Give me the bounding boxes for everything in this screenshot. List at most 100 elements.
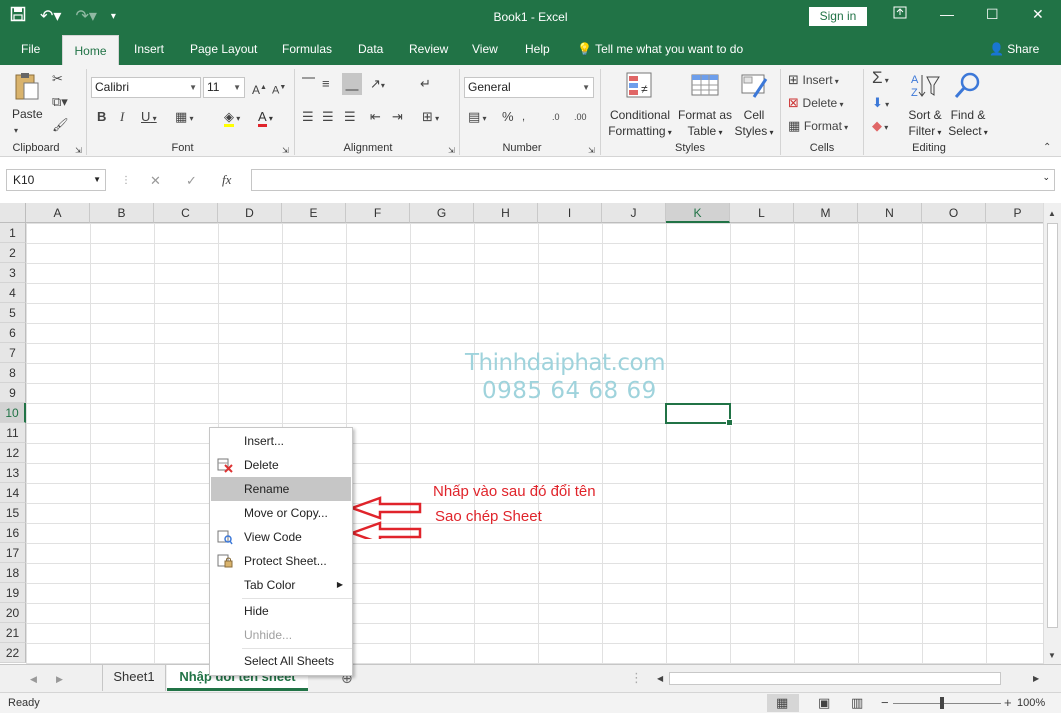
scroll-up-icon[interactable]: ▲ (1048, 206, 1056, 222)
increase-decimal-icon[interactable]: .0 (552, 109, 560, 125)
align-bottom-icon[interactable]: ⎽ (342, 73, 362, 95)
row-header-11[interactable]: 11 (0, 423, 26, 443)
column-header-f[interactable]: F (346, 203, 410, 223)
row-header-18[interactable]: 18 (0, 563, 26, 583)
zoom-slider[interactable] (893, 703, 1001, 704)
column-header-g[interactable]: G (410, 203, 474, 223)
scroll-sheets-right-icon[interactable]: ▶ (56, 671, 63, 687)
menu-item-rename[interactable]: Rename (211, 477, 351, 501)
format-as-table-icon[interactable] (690, 71, 720, 101)
cell-styles-icon[interactable] (740, 71, 770, 101)
tab-insert[interactable]: Insert (134, 42, 164, 56)
decrease-indent-icon[interactable]: ⇤ (370, 109, 381, 125)
font-color-icon[interactable]: A ▾ (258, 109, 273, 127)
increase-indent-icon[interactable]: ⇥ (392, 109, 403, 125)
row-header-10[interactable]: 10 (0, 403, 26, 423)
copy-icon[interactable]: ⧉▾ (52, 94, 68, 110)
insert-function-icon[interactable]: fx (222, 172, 231, 188)
ribbon-display-options-icon[interactable] (893, 6, 907, 23)
row-header-7[interactable]: 7 (0, 343, 26, 363)
zoom-out-icon[interactable]: − (881, 695, 889, 711)
paste-label[interactable]: Paste (12, 107, 43, 121)
column-header-a[interactable]: A (26, 203, 90, 223)
active-cell-k10[interactable] (665, 403, 733, 426)
column-header-l[interactable]: L (730, 203, 794, 223)
close-icon[interactable]: ✕ (1032, 6, 1044, 23)
accounting-format-icon[interactable]: ▤ ▾ (468, 109, 487, 127)
decrease-decimal-icon[interactable]: .00 (574, 109, 587, 125)
name-box[interactable]: K10 ▼ (6, 169, 106, 191)
align-left-icon[interactable]: ☰ (302, 109, 314, 125)
tab-review[interactable]: Review (409, 42, 448, 56)
cells-area[interactable]: Thinhdaiphat.com 0985 64 68 69 Nhấp vào … (26, 223, 1043, 664)
row-header-6[interactable]: 6 (0, 323, 26, 343)
orientation-icon[interactable]: ↗▾ (370, 76, 385, 94)
sign-in-button[interactable]: Sign in (809, 7, 867, 26)
underline-icon[interactable]: U ▾ (141, 109, 157, 127)
format-cells-button[interactable]: ▦ Format ▾ (788, 118, 848, 136)
column-header-d[interactable]: D (218, 203, 282, 223)
increase-font-icon[interactable]: A▲ (252, 80, 267, 98)
menu-item-select-all-sheets[interactable]: Select All Sheets (211, 649, 351, 673)
worksheet-grid[interactable]: ABCDEFGHIJKLMNOP 1 2 3 4 5 6 7 8 9 10 11 12 13 14 15 16… (0, 203, 1043, 664)
tab-file[interactable]: File (21, 42, 40, 56)
menu-item-insert[interactable]: Insert... (211, 429, 351, 453)
sort-filter-icon[interactable]: AZ (910, 71, 940, 101)
share-button[interactable]: 👤 Share (989, 42, 1039, 56)
column-header-n[interactable]: N (858, 203, 922, 223)
scroll-down-icon[interactable]: ▼ (1048, 648, 1056, 664)
conditional-formatting-icon[interactable]: ≠ (625, 71, 655, 101)
row-header-9[interactable]: 9 (0, 383, 26, 403)
align-right-icon[interactable]: ☰ (344, 109, 356, 125)
font-name-combo[interactable]: Calibri ▼ (91, 77, 201, 98)
cancel-icon[interactable]: ✕ (150, 173, 161, 189)
zoom-level[interactable]: 100% (1017, 697, 1045, 709)
cell-styles-label[interactable]: Cell Styles ▾ (734, 107, 774, 141)
menu-item-delete[interactable]: Delete (211, 453, 351, 477)
horizontal-scrollbar[interactable]: ◀ ▶ (655, 671, 1044, 686)
row-header-21[interactable]: 21 (0, 623, 26, 643)
cut-icon[interactable]: ✂ (52, 71, 63, 87)
fill-icon[interactable]: ⬇ ▾ (872, 95, 889, 113)
scroll-sheets-left-icon[interactable]: ◀ (30, 671, 37, 687)
tab-home[interactable]: Home (62, 35, 119, 65)
row-header-20[interactable]: 20 (0, 603, 26, 623)
row-header-5[interactable]: 5 (0, 303, 26, 323)
row-header-17[interactable]: 17 (0, 543, 26, 563)
insert-cells-button[interactable]: ⊞ Insert ▾ (788, 72, 839, 90)
menu-item-tab-color[interactable]: Tab Color ▶ (211, 573, 351, 597)
zoom-in-icon[interactable]: + (1004, 695, 1012, 711)
select-all-corner[interactable] (0, 203, 26, 223)
italic-icon[interactable]: I (120, 109, 124, 125)
format-painter-icon[interactable]: 🖌 (52, 117, 69, 133)
fill-color-icon[interactable]: ◈ ▾ (224, 109, 240, 127)
paste-icon[interactable] (12, 71, 42, 101)
row-header-4[interactable]: 4 (0, 283, 26, 303)
merge-center-icon[interactable]: ⊞ ▾ (422, 109, 439, 127)
find-select-icon[interactable] (952, 71, 982, 101)
formula-input[interactable]: ⌄ (251, 169, 1055, 191)
align-middle-icon[interactable]: ≡ (322, 76, 330, 92)
column-header-e[interactable]: E (282, 203, 346, 223)
conditional-formatting-label[interactable]: Conditional Formatting ▾ (608, 107, 672, 141)
horizontal-scroll-thumb[interactable] (669, 672, 1001, 685)
find-select-label[interactable]: Find & Select ▾ (946, 107, 990, 141)
maximize-icon[interactable]: ☐ (986, 6, 999, 23)
scroll-left-icon[interactable]: ◀ (657, 671, 663, 687)
comma-style-icon[interactable]: , (522, 109, 525, 125)
wrap-text-icon[interactable]: ↵ (420, 76, 431, 92)
normal-view-button[interactable]: ▦ (767, 694, 799, 712)
borders-icon[interactable]: ▦ ▾ (175, 109, 194, 127)
font-size-combo[interactable]: 11 ▼ (203, 77, 245, 98)
tell-me-search[interactable]: 💡 Tell me what you want to do (577, 42, 743, 56)
tab-view[interactable]: View (472, 42, 498, 56)
column-header-i[interactable]: I (538, 203, 602, 223)
row-header-12[interactable]: 12 (0, 443, 26, 463)
vertical-scrollbar[interactable]: ▲ ▼ (1043, 203, 1061, 664)
vertical-scroll-thumb[interactable] (1047, 223, 1058, 628)
autosum-icon[interactable]: Σ ▾ (872, 69, 889, 89)
row-header-16[interactable]: 16 (0, 523, 26, 543)
column-header-p[interactable]: P (986, 203, 1043, 223)
row-header-2[interactable]: 2 (0, 243, 26, 263)
sort-filter-label[interactable]: Sort & Filter ▾ (906, 107, 944, 141)
